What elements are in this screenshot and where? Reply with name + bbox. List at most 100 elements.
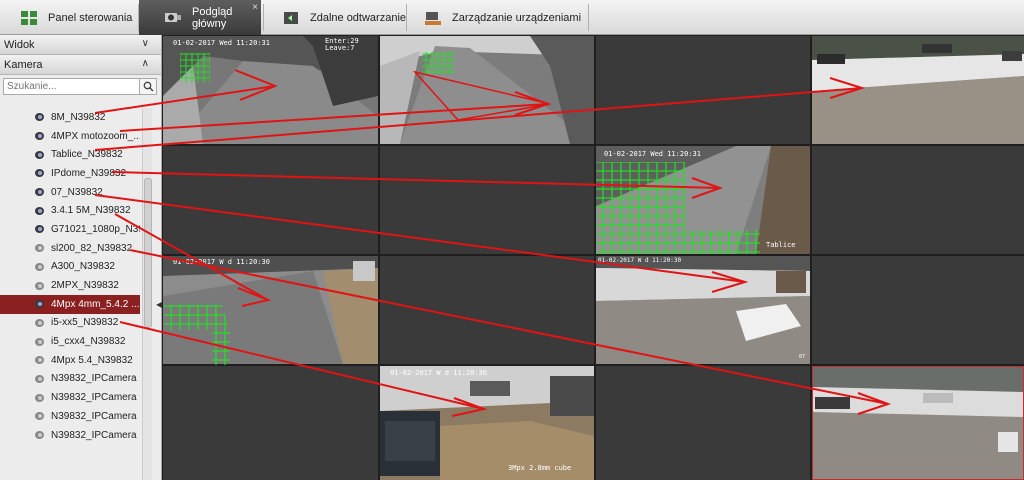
osd-camera-number: 07 bbox=[799, 354, 806, 360]
close-icon[interactable]: × bbox=[252, 2, 258, 13]
osd-counter: Enter:29 Leave:7 bbox=[325, 37, 359, 52]
camera-icon bbox=[35, 337, 46, 347]
camera-list: 8M_N39832 4MPX motozoom_... Tablice_N398… bbox=[0, 108, 140, 473]
video-cell-2[interactable] bbox=[380, 36, 594, 144]
chevron-up-icon[interactable]: ∧ bbox=[142, 58, 149, 69]
camera-label: 3.4.1 5M_N39832 bbox=[51, 205, 131, 217]
search-icon bbox=[143, 81, 154, 92]
video-cell-4[interactable] bbox=[812, 36, 1024, 144]
video-cell-16-selected[interactable] bbox=[812, 366, 1024, 480]
camera-icon bbox=[35, 281, 46, 291]
camera-label: 4Mpx 4mm_5.4.2 ... bbox=[51, 298, 140, 310]
osd-camera-name: Tablice bbox=[766, 241, 796, 249]
camera-icon bbox=[35, 131, 46, 141]
video-cell-10[interactable] bbox=[380, 256, 594, 364]
osd-camera-name: 3Mpx 2.8mm cube bbox=[508, 464, 572, 472]
camera-label: i5-xx5_N39832 bbox=[51, 317, 119, 329]
search-input[interactable] bbox=[3, 78, 140, 95]
camera-list-scrollbar[interactable] bbox=[142, 108, 152, 480]
search-button[interactable] bbox=[140, 78, 157, 95]
camera-list-item[interactable]: 8M_N39832 bbox=[0, 108, 140, 127]
camera-list-item[interactable]: N39832_IPCamera 16 bbox=[0, 388, 140, 407]
camera-list-item[interactable]: 4Mpx 5.4_N39832 bbox=[0, 351, 140, 370]
app-window: Panel sterowania Podgląd główny × Zdalne… bbox=[0, 0, 1024, 480]
camera-list-item[interactable]: 3.4.1 5M_N39832 bbox=[0, 201, 140, 220]
video-cell-3[interactable] bbox=[596, 36, 810, 144]
camera-list-item[interactable]: IPdome_N39832 bbox=[0, 164, 140, 183]
playback-icon bbox=[282, 10, 300, 26]
camera-label: i5_cxx4_N39832 bbox=[51, 336, 126, 348]
camera-list-item[interactable]: 4MPX motozoom_... bbox=[0, 127, 140, 146]
tab-label: Zarządzanie urządzeniami bbox=[452, 11, 582, 24]
tab-label: Zdalne odtwarzanie bbox=[310, 11, 407, 24]
camera-icon bbox=[35, 187, 46, 197]
camera-list-item[interactable]: Tablice_N39832 bbox=[0, 145, 140, 164]
camera-header-label: Kamera bbox=[4, 58, 43, 71]
camera-icon bbox=[35, 168, 46, 178]
camera-list-item[interactable]: N39832_IPCamera 17 bbox=[0, 407, 140, 426]
camera-list-item[interactable]: G71021_1080p_N39... bbox=[0, 220, 140, 239]
camera-list-item[interactable]: i5_cxx4_N39832 bbox=[0, 332, 140, 351]
camera-feed-street-2 bbox=[380, 36, 594, 144]
camera-label: 2MPX_N39832 bbox=[51, 280, 119, 292]
video-cell-12[interactable] bbox=[812, 256, 1024, 364]
camera-list-item[interactable]: N39832_IPCamera 18 bbox=[0, 426, 140, 445]
camera-list-item[interactable]: 07_N39832 bbox=[0, 183, 140, 202]
camera-label: sl200_82_N39832 bbox=[51, 242, 133, 254]
camera-list-item-selected[interactable]: 4Mpx 4mm_5.4.2 ... bbox=[0, 294, 140, 314]
camera-icon bbox=[35, 224, 46, 234]
camera-list-item[interactable]: A300_N39832 bbox=[0, 258, 140, 277]
video-cell-5[interactable] bbox=[163, 146, 378, 254]
camera-list-item[interactable]: 2MPX_N39832 bbox=[0, 276, 140, 295]
camera-feed-office bbox=[380, 366, 594, 480]
osd-timestamp: 01-02-2017 W d 11:20:30 bbox=[598, 257, 682, 264]
osd-timestamp: 01-02-2017 Wed 11:20:31 bbox=[604, 150, 701, 158]
camera-label: N39832_IPCamera 15 bbox=[51, 373, 140, 385]
camera-feed-parking-2 bbox=[813, 367, 1023, 479]
camera-list-item[interactable]: N39832_IPCamera 15 bbox=[0, 370, 140, 389]
tab-remote-playback[interactable]: Zdalne odtwarzanie bbox=[276, 0, 406, 35]
tab-device-management[interactable]: Zarządzanie urządzeniami bbox=[418, 0, 588, 35]
chevron-down-icon[interactable]: ∨ bbox=[142, 38, 149, 49]
video-cell-7[interactable]: 01-02-2017 Wed 11:20:31 Tablice bbox=[596, 146, 810, 254]
tab-control-panel[interactable]: Panel sterowania bbox=[14, 0, 138, 35]
camera-icon bbox=[35, 243, 46, 253]
camera-feed-plates bbox=[596, 146, 810, 254]
divider bbox=[406, 4, 407, 31]
video-cell-15[interactable] bbox=[596, 366, 810, 480]
scrollbar-thumb[interactable] bbox=[144, 178, 152, 328]
video-grid: 01-02-2017 Wed 11:20:31 Enter:29 Leave:7 bbox=[162, 35, 1024, 480]
osd-timestamp: 01-02-2017 W d 11:20:30 bbox=[390, 369, 487, 377]
tab-label: Panel sterowania bbox=[48, 11, 133, 24]
view-section-header[interactable]: Widok ∨ bbox=[0, 35, 161, 55]
camera-feed-parking bbox=[812, 36, 1024, 144]
tab-main-view[interactable]: Podgląd główny × bbox=[139, 0, 261, 35]
video-cell-11[interactable]: 01-02-2017 W d 11:20:30 07 bbox=[596, 256, 810, 364]
osd-timestamp: 01-02-2017 Wed 11:20:31 bbox=[173, 39, 270, 47]
camera-list-item[interactable]: sl200_82_N39832 bbox=[0, 239, 140, 258]
camera-label: IPdome_N39832 bbox=[51, 167, 127, 179]
video-cell-1[interactable]: 01-02-2017 Wed 11:20:31 Enter:29 Leave:7 bbox=[163, 36, 378, 144]
camera-icon bbox=[35, 150, 46, 160]
camera-label: A300_N39832 bbox=[51, 261, 115, 273]
camera-icon bbox=[35, 411, 46, 421]
video-cell-14[interactable]: 01-02-2017 W d 11:20:30 3Mpx 2.8mm cube bbox=[380, 366, 594, 480]
camera-icon bbox=[35, 262, 46, 272]
camera-search bbox=[3, 78, 157, 95]
control-panel-icon bbox=[20, 10, 38, 26]
osd-timestamp: 01-02-2017 W d 11:20:30 bbox=[173, 258, 270, 266]
camera-section-header[interactable]: Kamera ∧ bbox=[0, 55, 161, 75]
camera-label: Tablice_N39832 bbox=[51, 149, 123, 161]
video-cell-9[interactable]: 01-02-2017 W d 11:20:30 bbox=[163, 256, 378, 364]
camera-list-item[interactable]: i5-xx5_N39832 bbox=[0, 314, 140, 333]
main-view-icon bbox=[164, 10, 182, 26]
camera-feed-road bbox=[163, 256, 378, 364]
video-cell-13[interactable] bbox=[163, 366, 378, 480]
video-cell-8[interactable] bbox=[812, 146, 1024, 254]
camera-label: N39832_IPCamera 17 bbox=[51, 410, 140, 422]
camera-feed-street bbox=[163, 36, 378, 144]
top-toolbar: Panel sterowania Podgląd główny × Zdalne… bbox=[0, 0, 1024, 35]
camera-label: 8M_N39832 bbox=[51, 111, 106, 123]
video-cell-6[interactable] bbox=[380, 146, 594, 254]
camera-label: N39832_IPCamera 18 bbox=[51, 429, 140, 441]
